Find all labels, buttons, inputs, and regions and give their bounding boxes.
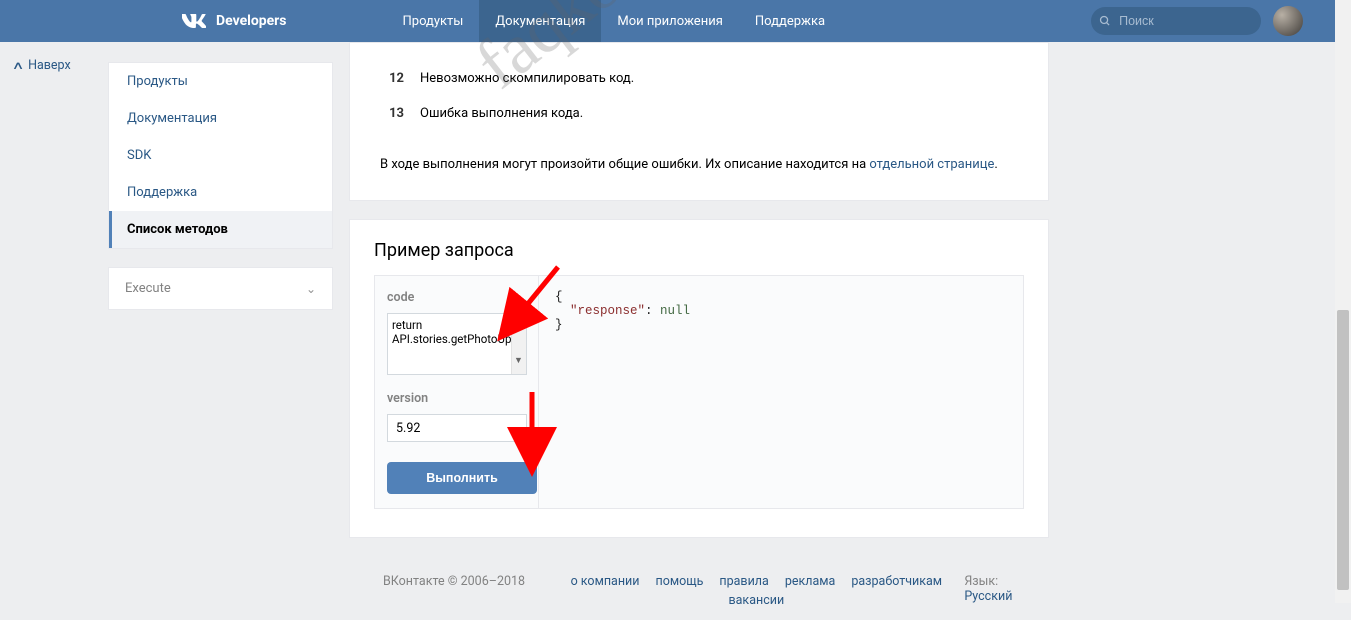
footer-link-help[interactable]: помощь <box>656 574 704 589</box>
response-output: { "response": null } <box>539 276 1023 508</box>
code-label: code <box>387 290 526 305</box>
avatar[interactable] <box>1273 6 1303 36</box>
error-code: 12 <box>380 71 420 86</box>
version-select[interactable]: 5.92 ⌄ <box>387 414 527 442</box>
footer: ВКонтакте © 2006–2018 о компании помощь … <box>349 562 1049 620</box>
nav-tabs: Продукты Документация Мои приложения Под… <box>387 0 842 42</box>
search-icon <box>1099 14 1111 28</box>
example-title: Пример запроса <box>374 240 1024 261</box>
execute-button[interactable]: Выполнить <box>387 462 537 494</box>
back-to-top-label: Наверх <box>28 58 71 73</box>
scroll-down-icon[interactable]: ▼ <box>511 354 526 369</box>
copyright: ВКонтакте © 2006–2018 <box>383 574 548 589</box>
sidebar-item-documentation[interactable]: Документация <box>109 100 332 137</box>
top-bar: Developers Продукты Документация Мои при… <box>0 0 1351 42</box>
method-dropdown[interactable]: Execute ⌄ <box>108 267 333 310</box>
error-text: Невозможно скомпилировать код. <box>420 71 634 86</box>
back-to-top-link[interactable]: ∧ Наверх <box>14 58 108 73</box>
chevron-up-icon: ∧ <box>12 59 25 72</box>
general-errors-note: В ходе выполнения могут произойти общие … <box>380 131 1018 190</box>
footer-link-rules[interactable]: правила <box>719 574 768 589</box>
error-row: 12 Невозможно скомпилировать код. <box>380 61 1018 96</box>
errors-page-link[interactable]: отдельной странице <box>869 157 994 172</box>
version-label: version <box>387 391 526 406</box>
error-row: 13 Ошибка выполнения кода. <box>380 96 1018 131</box>
example-panel: Пример запроса code return API.stories.g… <box>349 219 1049 538</box>
brand-title: Developers <box>216 13 287 29</box>
chevron-down-icon: ⌄ <box>306 282 316 296</box>
sidebar-item-sdk[interactable]: SDK <box>109 137 332 174</box>
page-scrollbar[interactable] <box>1335 0 1351 603</box>
nav-tab-documentation[interactable]: Документация <box>479 0 601 42</box>
sidebar-menu: Продукты Документация SDK Поддержка Спис… <box>108 62 333 249</box>
sidebar-item-support[interactable]: Поддержка <box>109 174 332 211</box>
footer-link-jobs[interactable]: вакансии <box>728 593 784 608</box>
error-code: 13 <box>380 106 420 121</box>
footer-link-ads[interactable]: реклама <box>785 574 836 589</box>
search-input[interactable] <box>1119 14 1249 28</box>
search-box[interactable] <box>1091 7 1261 35</box>
chevron-down-icon: ⌄ <box>509 422 518 435</box>
scrollbar-thumb[interactable] <box>1337 310 1349 590</box>
nav-tab-apps[interactable]: Мои приложения <box>601 0 738 42</box>
error-text: Ошибка выполнения кода. <box>420 106 583 121</box>
language-switcher: Язык: Русский <box>964 574 1047 604</box>
code-text: return API.stories.getPhotoUploadServer(… <box>392 318 522 347</box>
sidebar-item-products[interactable]: Продукты <box>109 63 332 100</box>
method-dropdown-label: Execute <box>125 281 171 296</box>
footer-link-devs[interactable]: разработчикам <box>851 574 942 589</box>
left-rail: ∧ Наверх <box>0 42 108 562</box>
code-textarea[interactable]: return API.stories.getPhotoUploadServer(… <box>387 313 527 375</box>
scroll-up-icon[interactable]: ▲ <box>511 314 526 329</box>
content-panel: 12 Невозможно скомпилировать код. 13 Оши… <box>349 42 1049 201</box>
sidebar-item-methods[interactable]: Список методов <box>109 211 332 248</box>
nav-tab-support[interactable]: Поддержка <box>739 0 841 42</box>
version-value: 5.92 <box>396 421 420 436</box>
nav-tab-products[interactable]: Продукты <box>387 0 480 42</box>
language-link[interactable]: Русский <box>964 589 1012 604</box>
footer-link-about[interactable]: о компании <box>571 574 640 589</box>
vk-logo-icon[interactable] <box>180 7 208 35</box>
